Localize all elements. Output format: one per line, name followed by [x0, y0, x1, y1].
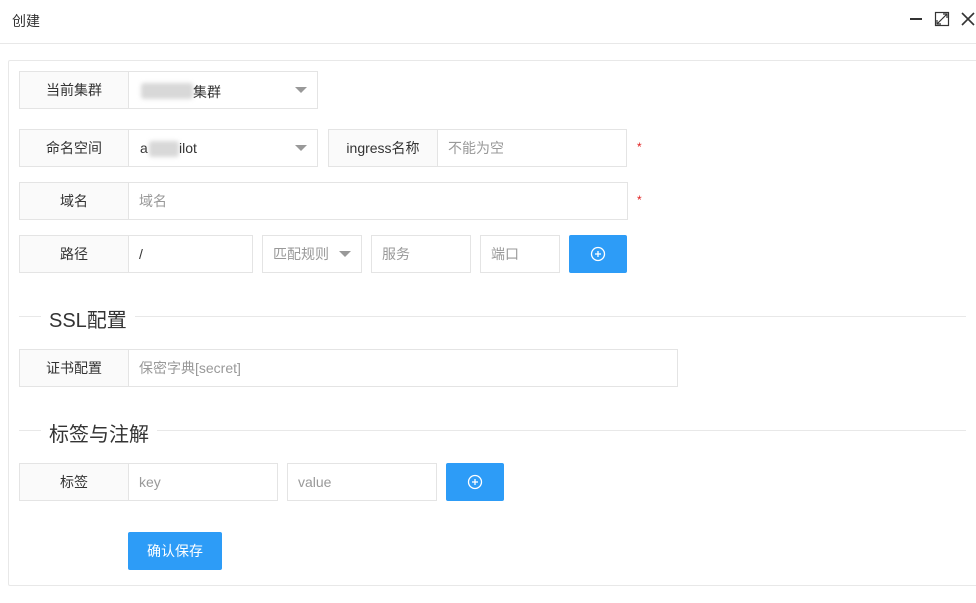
match-rule-placeholder: 匹配规则	[273, 246, 329, 262]
save-button[interactable]: 确认保存	[128, 532, 222, 570]
namespace-value-prefix: a	[140, 140, 148, 156]
ssl-section-title: SSL配置	[41, 304, 135, 333]
add-path-button[interactable]	[569, 235, 627, 273]
port-input[interactable]: 端口	[480, 235, 560, 273]
redacted-blur	[141, 83, 193, 99]
plus-circle-icon	[590, 246, 606, 262]
section-divider	[19, 316, 966, 317]
section-divider	[19, 430, 966, 431]
tag-value-placeholder: value	[298, 474, 332, 490]
port-placeholder: 端口	[491, 246, 519, 262]
ingress-name-label: ingress名称	[328, 129, 438, 167]
namespace-label: 命名空间	[19, 129, 129, 167]
add-tag-button[interactable]	[446, 463, 504, 501]
cluster-select[interactable]: 集群	[128, 71, 318, 109]
namespace-select[interactable]: a ilot	[128, 129, 318, 167]
maximize-icon[interactable]	[934, 11, 950, 27]
match-rule-select[interactable]: 匹配规则	[262, 235, 362, 273]
chevron-down-icon	[295, 145, 307, 151]
cert-placeholder: 保密字典[secret]	[139, 360, 241, 376]
ingress-name-input[interactable]: 不能为空	[437, 129, 627, 167]
labels-section-title: 标签与注解	[41, 418, 157, 447]
redacted-blur	[149, 141, 179, 157]
domain-label: 域名	[19, 182, 129, 220]
dialog-title: 创建	[12, 13, 40, 29]
domain-input[interactable]: 域名	[128, 182, 628, 220]
required-mark: *	[637, 193, 642, 207]
path-input[interactable]: /	[128, 235, 253, 273]
path-label: 路径	[19, 235, 129, 273]
service-placeholder: 服务	[382, 246, 410, 262]
close-icon[interactable]	[960, 11, 976, 27]
tag-key-placeholder: key	[139, 474, 161, 490]
tag-key-input[interactable]: key	[128, 463, 278, 501]
ingress-name-placeholder: 不能为空	[448, 140, 504, 156]
cert-input[interactable]: 保密字典[secret]	[128, 349, 678, 387]
service-input[interactable]: 服务	[371, 235, 471, 273]
namespace-value-suffix: ilot	[179, 140, 197, 156]
tag-label: 标签	[19, 463, 129, 501]
path-value: /	[139, 246, 143, 262]
minimize-icon[interactable]	[908, 11, 924, 27]
dialog-titlebar: 创建	[0, 0, 976, 44]
cert-label: 证书配置	[19, 349, 129, 387]
cluster-select-value: 集群	[193, 84, 221, 100]
required-mark: *	[637, 140, 642, 154]
domain-placeholder: 域名	[139, 193, 167, 209]
chevron-down-icon	[295, 87, 307, 93]
chevron-down-icon	[339, 251, 351, 257]
tag-value-input[interactable]: value	[287, 463, 437, 501]
cluster-label: 当前集群	[19, 71, 129, 109]
plus-circle-icon	[467, 474, 483, 490]
